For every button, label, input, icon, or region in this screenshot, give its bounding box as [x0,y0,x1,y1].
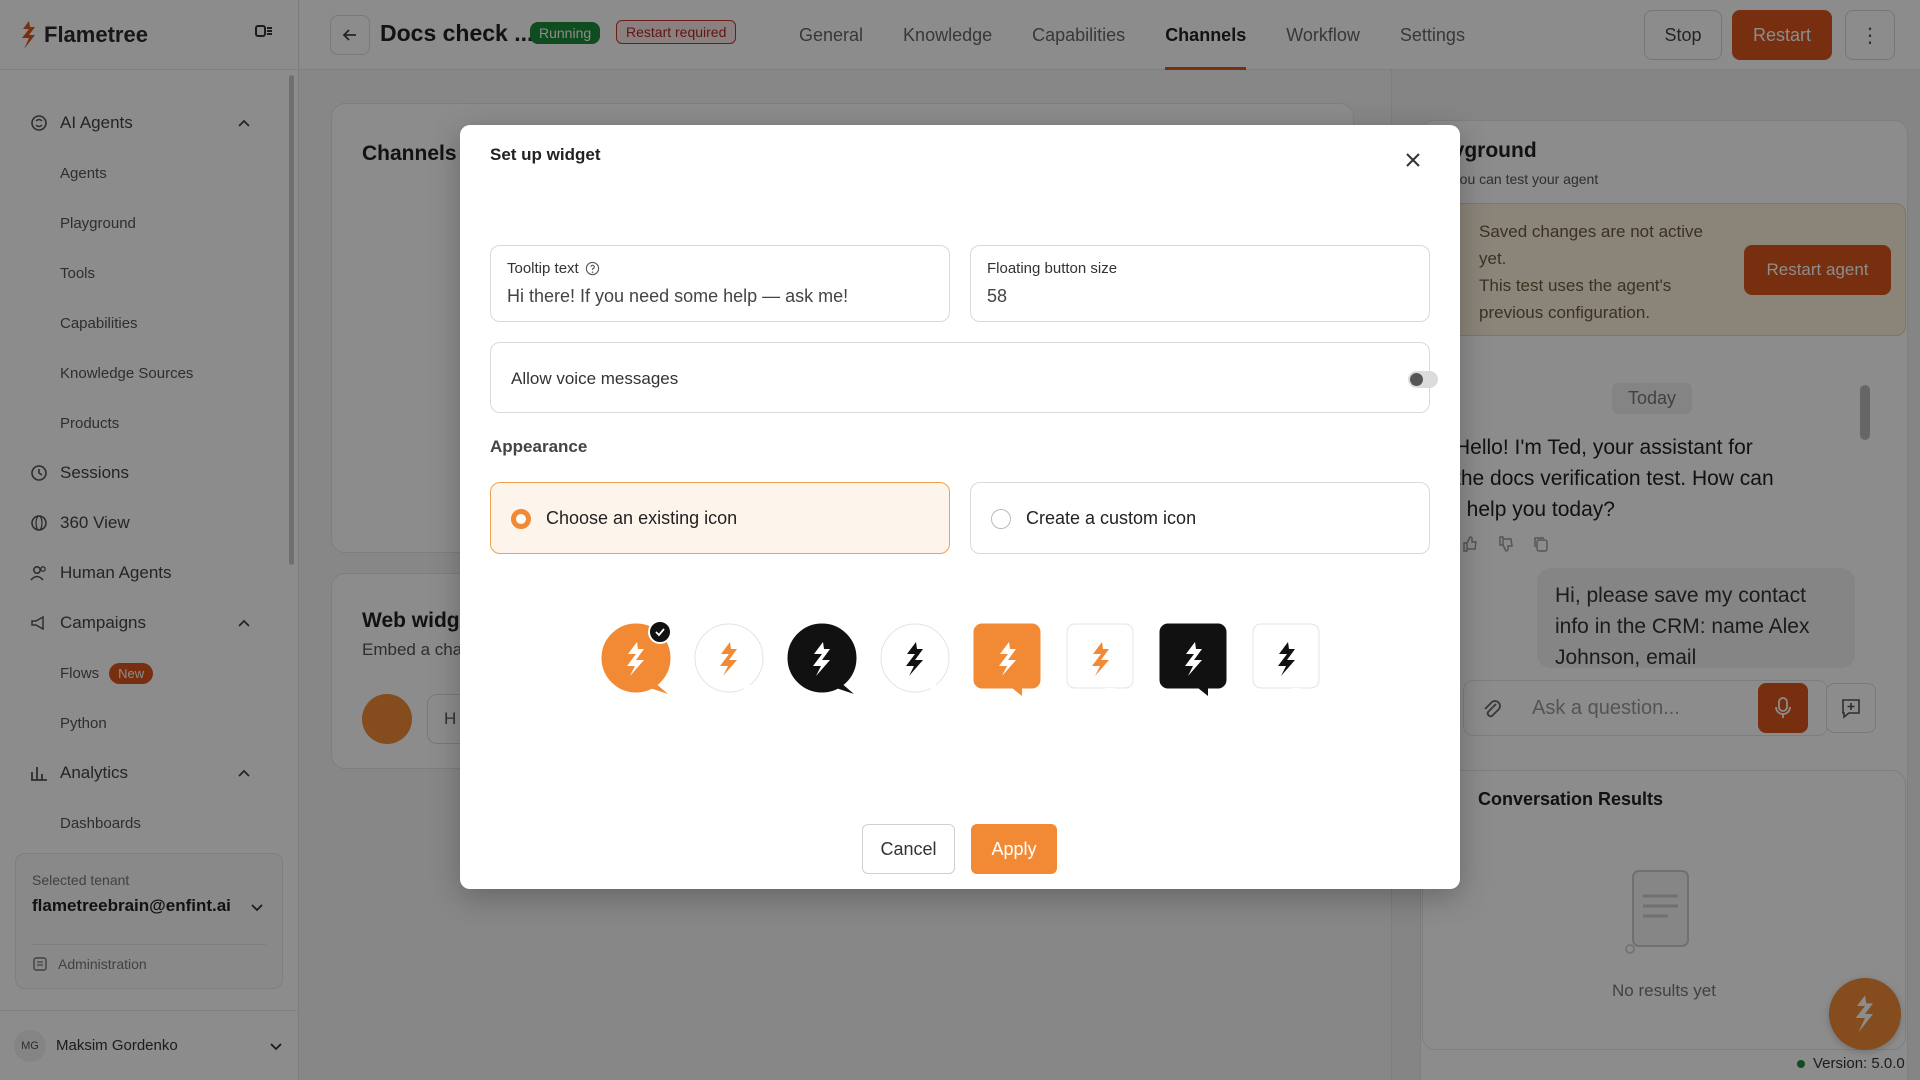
radio-existing-label: Choose an existing icon [546,508,738,528]
tooltip-text-label: Tooltip text [507,260,600,277]
appearance-label: Appearance [490,437,588,456]
chat-bubble-logo-icon [694,623,764,694]
chat-bubble-logo-icon [1066,623,1134,696]
widget-icon-option[interactable] [1158,622,1230,698]
voice-messages-label: Allow voice messages [511,369,679,388]
apply-button[interactable]: Apply [971,824,1057,874]
chat-bubble-logo-icon [787,623,857,694]
voice-messages-toggle[interactable] [1408,371,1438,388]
chat-bubble-logo-icon [880,623,950,694]
close-icon [1406,153,1420,167]
chat-bubble-logo-icon [1252,623,1320,696]
widget-icon-option[interactable] [600,620,672,698]
selected-check-icon [648,620,672,644]
icon-picker [600,620,1323,702]
chat-bubble-logo-icon [1159,623,1227,696]
help-circle-icon[interactable] [585,261,600,276]
radio-custom-label: Create a custom icon [1026,508,1197,528]
dialog-title: Set up widget [490,145,601,164]
voice-messages-row: Allow voice messages [490,342,1438,413]
tooltip-label-text: Tooltip text [507,260,579,277]
floating-button-size-field[interactable]: Floating button size 58 [970,245,1430,322]
close-button[interactable] [1398,145,1428,175]
widget-icon-option[interactable] [1065,622,1137,698]
widget-icon-option[interactable] [1251,622,1323,698]
radio-custom-icon[interactable]: Create a custom icon [970,482,1430,554]
radio-button[interactable] [991,509,1011,529]
radio-button-selected[interactable] [511,509,531,529]
tooltip-text-input[interactable]: Hi there! If you need some help — ask me… [507,286,919,307]
radio-existing-icon[interactable]: Choose an existing icon [490,482,950,554]
widget-icon-option[interactable] [972,622,1044,698]
floating-button-size-label: Floating button size [987,260,1118,277]
widget-icon-option[interactable] [879,622,951,698]
cancel-button[interactable]: Cancel [862,824,955,874]
floating-button-size-input[interactable]: 58 [987,286,1399,307]
chat-bubble-logo-icon [973,623,1041,696]
tooltip-text-field[interactable]: Tooltip text Hi there! If you need some … [490,245,950,322]
setup-widget-dialog: Set up widget Tooltip text Hi there! If … [460,125,1460,889]
widget-icon-option[interactable] [693,622,765,698]
widget-icon-option[interactable] [786,622,858,698]
